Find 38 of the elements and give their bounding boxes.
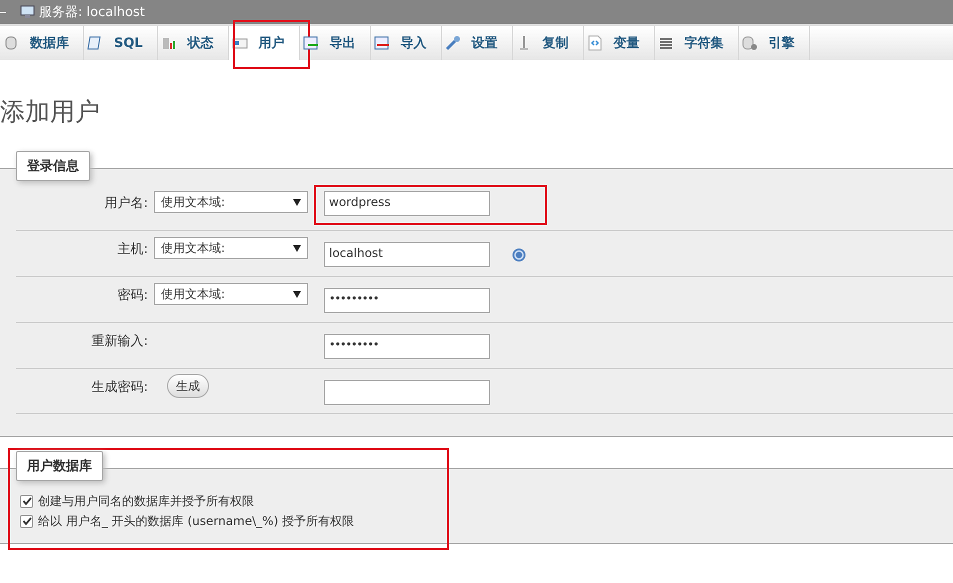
tab[interactable]: 变量 <box>584 26 655 60</box>
field-label: 密码: <box>116 287 148 304</box>
page-heading: 添加用户 <box>0 96 101 128</box>
field-label: 重新输入: <box>90 333 148 350</box>
section-legend: 登录信息 <box>16 151 90 181</box>
tab[interactable]: 设置 <box>442 26 513 60</box>
input-field[interactable]: ••••••••• <box>324 334 490 359</box>
input-field[interactable] <box>324 380 490 405</box>
code-file-icon <box>586 35 604 51</box>
input-field[interactable]: wordpress <box>324 191 490 216</box>
tab[interactable]: 导入 <box>370 26 442 60</box>
checkbox-label: 创建与用户同名的数据库并授予所有权限 <box>38 492 254 510</box>
select-dropdown[interactable]: 使用文本域: <box>154 237 308 259</box>
caret-icon <box>293 198 301 206</box>
caret-icon <box>293 244 301 252</box>
checkbox[interactable] <box>20 514 33 528</box>
tab[interactable]: 引擎 <box>738 26 810 60</box>
field-label: 主机: <box>116 241 148 258</box>
help-icon[interactable] <box>512 248 526 262</box>
caret-icon <box>293 290 301 298</box>
select-dropdown[interactable]: 使用文本域: <box>154 283 308 305</box>
field-label: 生成密码: <box>90 379 148 396</box>
checkbox[interactable] <box>20 494 33 508</box>
generate-button[interactable]: 生成 <box>167 374 209 398</box>
section-legend: 用户数据库 <box>16 451 103 481</box>
tab[interactable]: 用户 <box>228 26 300 60</box>
tab[interactable]: 复制 <box>512 26 584 60</box>
window-title: 服务器: localhost <box>39 4 145 21</box>
field-label: 用户名: <box>104 195 148 212</box>
input-field[interactable]: ••••••••• <box>324 288 490 313</box>
input-field[interactable]: localhost <box>324 242 490 267</box>
checkbox-label: 给以 用户名_ 开头的数据库 (username\_%) 授予所有权限 <box>38 512 354 530</box>
tab[interactable]: 字符集 <box>654 26 739 60</box>
tab[interactable]: SQL <box>84 26 158 60</box>
select-dropdown[interactable]: 使用文本域: <box>154 191 308 213</box>
wrench-icon <box>444 35 462 51</box>
tab[interactable]: 导出 <box>300 26 371 60</box>
tab[interactable]: 数据库 <box>0 26 84 60</box>
